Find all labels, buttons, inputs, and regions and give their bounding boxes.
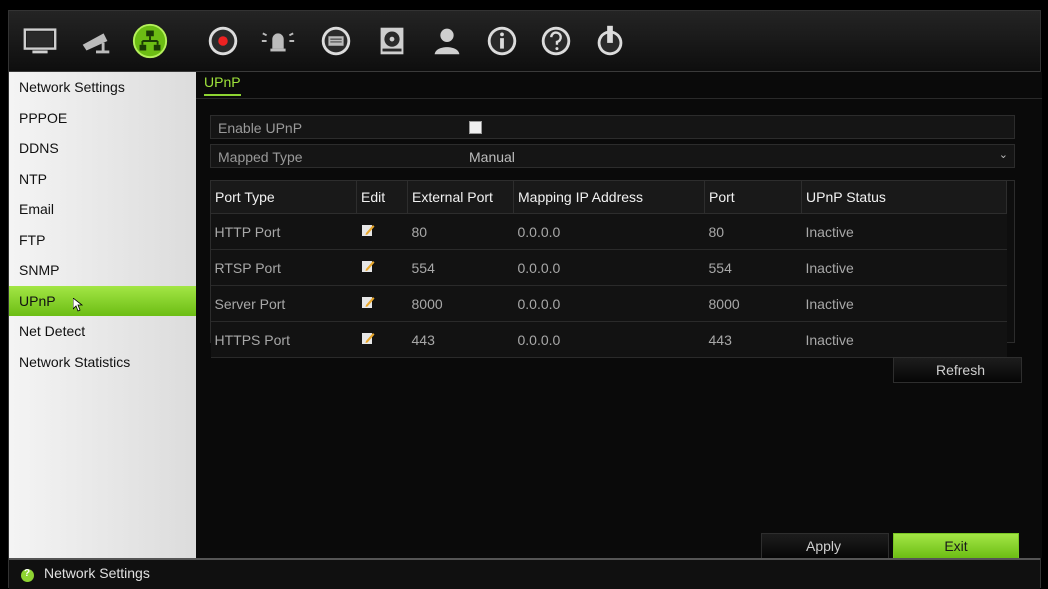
tab-bar: UPnP	[196, 72, 1042, 99]
cell-port: 80	[704, 213, 802, 250]
edit-icon[interactable]	[361, 331, 375, 345]
enable-upnp-row: Enable UPnP	[210, 115, 1015, 139]
sidebar-item-ftp[interactable]: FTP	[9, 225, 196, 256]
app-window: Network Settings PPPOE DDNS NTP Email FT…	[8, 10, 1042, 589]
tab-upnp[interactable]: UPnP	[204, 74, 241, 96]
cell-mapping-ip: 0.0.0.0	[513, 213, 705, 250]
cell-upnp-status: Inactive	[801, 249, 1007, 286]
cell-mapping-ip: 0.0.0.0	[513, 321, 705, 358]
sidebar-nav: Network Settings PPPOE DDNS NTP Email FT…	[9, 72, 196, 558]
power-icon[interactable]	[589, 20, 631, 62]
cell-port-type: HTTPS Port	[210, 321, 357, 358]
help-status-icon	[21, 568, 34, 582]
user-icon[interactable]	[426, 20, 468, 62]
mapped-type-label: Mapped Type	[218, 149, 303, 165]
table-row[interactable]: HTTPS Port 443 0.0.0.0 443 Inactive	[210, 321, 1007, 358]
table-row[interactable]: RTSP Port 554 0.0.0.0 554 Inactive	[210, 249, 1007, 286]
cell-edit	[356, 213, 408, 250]
cell-upnp-status: Inactive	[801, 321, 1007, 358]
header-edit: Edit	[356, 180, 408, 214]
cell-port: 8000	[704, 285, 802, 322]
table-scrollbar[interactable]	[1006, 181, 1014, 342]
storage-icon[interactable]	[371, 20, 413, 62]
info-icon[interactable]	[481, 20, 523, 62]
apply-button[interactable]: Apply	[761, 533, 889, 559]
cell-upnp-status: Inactive	[801, 213, 1007, 250]
status-text: Network Settings	[44, 565, 150, 581]
cell-mapping-ip: 0.0.0.0	[513, 285, 705, 322]
table-header-row: Port Type Edit External Port Mapping IP …	[210, 180, 1007, 214]
header-mapping-ip: Mapping IP Address	[513, 180, 705, 214]
cell-mapping-ip: 0.0.0.0	[513, 249, 705, 286]
sidebar-item-ddns[interactable]: DDNS	[9, 133, 196, 164]
sidebar-item-network-statistics[interactable]: Network Statistics	[9, 347, 196, 378]
enable-upnp-label: Enable UPnP	[218, 120, 303, 136]
status-bar: Network Settings	[9, 558, 1040, 589]
cell-upnp-status: Inactive	[801, 285, 1007, 322]
cell-external-port: 8000	[407, 285, 514, 322]
edit-icon[interactable]	[361, 259, 375, 273]
device-icon[interactable]	[315, 20, 357, 62]
sidebar-item-net-detect[interactable]: Net Detect	[9, 316, 196, 347]
top-toolbar	[9, 11, 1040, 72]
refresh-button[interactable]: Refresh	[893, 357, 1022, 383]
edit-icon[interactable]	[361, 223, 375, 237]
mapped-type-select[interactable]: Manual	[469, 149, 515, 165]
record-icon[interactable]	[202, 20, 244, 62]
sidebar-item-upnp[interactable]: UPnP	[9, 285, 196, 316]
table-row[interactable]: HTTP Port 80 0.0.0.0 80 Inactive	[210, 213, 1007, 250]
port-mapping-table: Port Type Edit External Port Mapping IP …	[210, 180, 1007, 358]
header-external-port: External Port	[407, 180, 514, 214]
help-icon[interactable]	[535, 20, 577, 62]
cell-port-type: RTSP Port	[210, 249, 357, 286]
sidebar-item-network-settings[interactable]: Network Settings	[9, 72, 196, 103]
cell-external-port: 80	[407, 213, 514, 250]
sidebar-item-pppoe[interactable]: PPPOE	[9, 103, 196, 134]
cell-edit	[356, 249, 408, 286]
cell-external-port: 554	[407, 249, 514, 286]
chevron-down-icon[interactable]: ⌄	[999, 148, 1008, 161]
header-upnp-status: UPnP Status	[801, 180, 1007, 214]
exit-button[interactable]: Exit	[893, 533, 1019, 559]
cell-external-port: 443	[407, 321, 514, 358]
cell-port: 554	[704, 249, 802, 286]
main-panel: UPnP Enable UPnP Mapped Type Manual ⌄ Po…	[196, 72, 1042, 559]
mouse-cursor-icon	[73, 297, 83, 312]
mapped-type-row: Mapped Type Manual ⌄	[210, 144, 1015, 168]
header-port-type: Port Type	[210, 180, 357, 214]
header-port: Port	[704, 180, 802, 214]
display-icon[interactable]	[19, 20, 61, 62]
edit-icon[interactable]	[361, 295, 375, 309]
sidebar-item-ntp[interactable]: NTP	[9, 164, 196, 195]
cell-port: 443	[704, 321, 802, 358]
camera-icon[interactable]	[75, 20, 117, 62]
table-row[interactable]: Server Port 8000 0.0.0.0 8000 Inactive	[210, 285, 1007, 322]
sidebar-item-email[interactable]: Email	[9, 194, 196, 225]
cell-edit	[356, 321, 408, 358]
enable-upnp-checkbox[interactable]	[469, 121, 482, 134]
sidebar-item-snmp[interactable]: SNMP	[9, 255, 196, 286]
alarm-icon[interactable]	[257, 20, 299, 62]
network-icon[interactable]	[129, 20, 171, 62]
cell-port-type: HTTP Port	[210, 213, 357, 250]
cell-port-type: Server Port	[210, 285, 357, 322]
cell-edit	[356, 285, 408, 322]
